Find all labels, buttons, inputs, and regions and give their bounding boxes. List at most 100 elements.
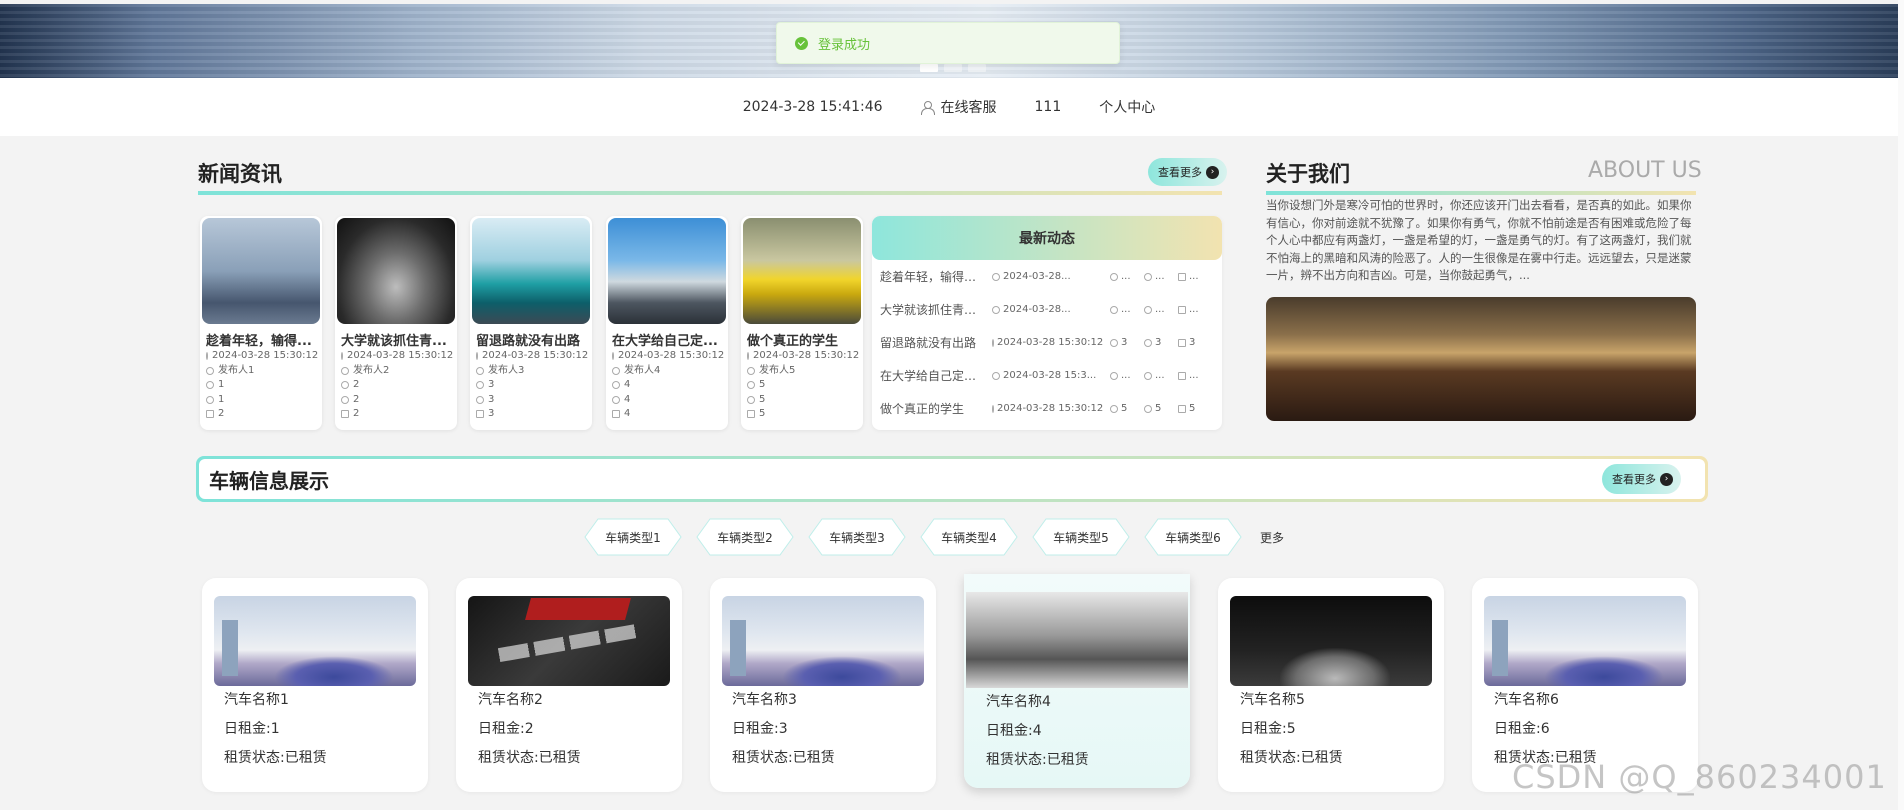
news-card-views: 2 (200, 407, 322, 422)
vehicle-type-more[interactable]: 更多 (1260, 529, 1284, 546)
about-title-en: ABOUT US (1588, 158, 1702, 183)
news-card-views: 4 (606, 407, 728, 422)
views-icon (341, 410, 349, 419)
latest-news-row[interactable]: 做个真正的学生 2024-03-28 15:30:12 5 5 5 (872, 392, 1222, 425)
about-text: 当你设想门外是寒冷可怕的世界时，你还应该开门出去看看，是否真的如此。如果你有信心… (1266, 198, 1692, 282)
carousel-dot[interactable] (968, 64, 986, 72)
profile-link[interactable]: 个人中心 (1099, 97, 1155, 117)
user-icon (612, 366, 620, 375)
latest-news-time: 2024-03-28 15:3... (1003, 370, 1097, 381)
news-card-title: 在大学给自己定... (612, 334, 718, 349)
news-card-time: 2024-03-28 15:30:12 (335, 349, 457, 364)
clock-icon (992, 272, 1000, 281)
vehicle-type-tab[interactable]: 车辆类型1 (584, 518, 682, 556)
vehicle-more-button[interactable]: 查看更多 › (1602, 464, 1681, 494)
latest-news-likes: 5 (1121, 403, 1128, 414)
news-card-likes: 4 (606, 378, 728, 393)
latest-news-likes: ... (1121, 304, 1131, 315)
latest-news-time: 2024-03-28 15:30:12 (997, 403, 1104, 414)
news-card-favorites: 5 (741, 393, 863, 408)
latest-news-views: 3 (1189, 337, 1196, 348)
car-rent: 日租金:1 (224, 721, 280, 737)
car-card[interactable]: 汽车名称4 日租金:4 租赁状态:已租赁 (964, 574, 1190, 788)
car-name: 汽车名称2 (478, 692, 543, 708)
news-card[interactable]: 大学就该抓住青... 2024-03-28 15:30:12 发布人2 2 2 … (335, 216, 457, 430)
car-name: 汽车名称6 (1494, 692, 1559, 708)
news-more-label: 查看更多 (1158, 166, 1202, 179)
latest-news-views: 5 (1189, 403, 1196, 414)
vehicle-type-tab[interactable]: 车辆类型2 (696, 518, 794, 556)
clock-icon (206, 352, 208, 361)
car-name: 汽车名称4 (986, 694, 1051, 710)
car-rent: 日租金:3 (732, 721, 788, 737)
car-card[interactable]: 汽车名称3 日租金:3 租赁状态:已租赁 (710, 578, 936, 792)
star-icon (476, 395, 484, 404)
arrow-right-icon: › (1206, 165, 1219, 179)
car-image (722, 596, 924, 686)
news-title: 新闻资讯 (198, 162, 282, 186)
carousel-dot[interactable] (944, 64, 962, 72)
clock-icon (341, 352, 343, 361)
news-card-title: 留退路就没有出路 (476, 334, 581, 349)
latest-news-likes: 3 (1121, 337, 1128, 348)
latest-news-favorites: 5 (1155, 403, 1162, 414)
star-icon (747, 395, 755, 404)
thumb-up-icon (341, 381, 349, 390)
car-card[interactable]: 汽车名称5 日租金:5 租赁状态:已租赁 (1218, 578, 1444, 792)
latest-news-title: 大学就该抓住青春，用... (880, 303, 984, 317)
car-image (966, 592, 1188, 688)
star-icon (1144, 305, 1152, 314)
news-card-title: 大学就该抓住青... (341, 334, 447, 349)
vehicle-type-tab[interactable]: 车辆类型3 (808, 518, 906, 556)
news-card-time: 2024-03-28 15:30:12 (470, 349, 592, 364)
latest-news-row[interactable]: 留退路就没有出路 2024-03-28 15:30:12 3 3 3 (872, 326, 1222, 359)
views-icon (476, 410, 484, 419)
latest-news-likes: ... (1121, 370, 1131, 381)
news-card[interactable]: 趁着年轻，输得... 2024-03-28 15:30:12 发布人1 1 1 … (200, 216, 322, 430)
news-card-publisher: 发布人3 (470, 364, 592, 379)
scrollbar-track[interactable] (1898, 0, 1904, 810)
vehicle-title: 车辆信息展示 (209, 468, 329, 493)
news-card-likes: 3 (470, 378, 592, 393)
car-name: 汽车名称1 (224, 692, 289, 708)
latest-news-views: ... (1189, 370, 1199, 381)
vehicle-type-tab[interactable]: 车辆类型6 (1144, 518, 1242, 556)
news-card-title: 趁着年轻，输得... (206, 334, 312, 349)
latest-news-row[interactable]: 大学就该抓住青春，用... 2024-03-28... ... ... ... (872, 293, 1222, 326)
latest-news-row[interactable]: 趁着年轻，输得起，看... 2024-03-28... ... ... ... (872, 260, 1222, 293)
toast-message: 登录成功 (818, 37, 871, 53)
news-card[interactable]: 做个真正的学生 2024-03-28 15:30:12 发布人5 5 5 5 (741, 216, 863, 430)
car-status: 租赁状态:已租赁 (986, 752, 1089, 768)
latest-news-title: 在大学给自己定个... (880, 369, 984, 383)
news-card[interactable]: 留退路就没有出路 2024-03-28 15:30:12 发布人3 3 3 3 (470, 216, 592, 430)
clock-icon (747, 352, 749, 361)
thumb-up-icon (612, 381, 620, 390)
views-icon (1178, 371, 1186, 380)
username[interactable]: 111 (1035, 99, 1062, 115)
vehicle-type-tab[interactable]: 车辆类型5 (1032, 518, 1130, 556)
views-icon (1178, 272, 1186, 281)
news-card-time: 2024-03-28 15:30:12 (200, 349, 322, 364)
thumb-up-icon (1110, 404, 1118, 413)
carousel-dot[interactable] (920, 64, 938, 72)
online-service-link[interactable]: 在线客服 (920, 97, 997, 117)
news-thumbnail (743, 218, 861, 324)
about-divider (1266, 191, 1696, 195)
car-image (1484, 596, 1686, 686)
views-icon (747, 410, 755, 419)
latest-news-panel: 最新动态 趁着年轻，输得起，看... 2024-03-28... ... ...… (872, 216, 1222, 430)
car-card[interactable]: 汽车名称1 日租金:1 租赁状态:已租赁 (202, 578, 428, 792)
thumb-up-icon (1110, 305, 1118, 314)
car-rent: 日租金:4 (986, 723, 1042, 739)
user-icon (747, 366, 755, 375)
clock-icon (612, 352, 614, 361)
latest-news-row[interactable]: 在大学给自己定个... 2024-03-28 15:3... ... ... .… (872, 359, 1222, 392)
vehicle-type-tab[interactable]: 车辆类型4 (920, 518, 1018, 556)
news-card[interactable]: 在大学给自己定... 2024-03-28 15:30:12 发布人4 4 4 … (606, 216, 728, 430)
latest-news-views: ... (1189, 304, 1199, 315)
views-icon (1178, 404, 1186, 413)
latest-news-title: 做个真正的学生 (880, 402, 965, 416)
news-more-button[interactable]: 查看更多 › (1148, 158, 1227, 186)
news-card-publisher: 发布人5 (741, 364, 863, 379)
car-card[interactable]: 汽车名称2 日租金:2 租赁状态:已租赁 (456, 578, 682, 792)
